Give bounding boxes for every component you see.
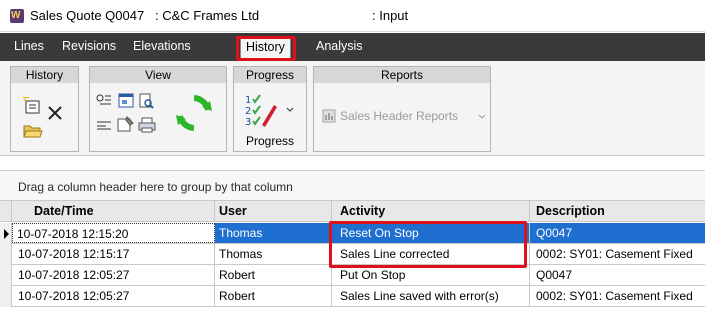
- refresh-icon[interactable]: [174, 93, 214, 133]
- progress-button-label[interactable]: Progress: [234, 134, 306, 148]
- row-indicator: [0, 265, 12, 286]
- tab-revisions[interactable]: Revisions: [62, 39, 116, 53]
- cell-datetime[interactable]: 10-07-2018 12:15:20: [12, 223, 215, 243]
- svg-text:1: 1: [245, 95, 251, 106]
- cell-datetime[interactable]: 10-07-2018 12:05:27: [12, 286, 215, 306]
- ribbon-group-history: History: [10, 66, 79, 152]
- cell-activity[interactable]: Reset On Stop: [332, 223, 530, 243]
- cell-user[interactable]: Thomas: [215, 244, 332, 264]
- cell-activity[interactable]: Put On Stop: [332, 265, 530, 285]
- window-mode: : Input: [372, 8, 409, 23]
- group-title-history: History: [11, 67, 78, 83]
- table-row[interactable]: 10-07-2018 12:05:27 Robert Put On Stop Q…: [0, 265, 705, 286]
- new-note-icon[interactable]: [23, 97, 43, 115]
- header-indicator: [0, 201, 12, 222]
- cell-activity[interactable]: Sales Line corrected: [332, 244, 530, 264]
- column-header-user[interactable]: User: [215, 201, 332, 222]
- ribbon-tab-bar: Lines Revisions Elevations History Analy…: [0, 33, 705, 61]
- ribbon-group-progress: Progress 1 2 3 Progress: [233, 66, 307, 152]
- list-view-icon[interactable]: [96, 119, 112, 131]
- sales-header-reports-button[interactable]: Sales Header Reports: [340, 109, 458, 123]
- ribbon-group-reports: Reports Sales Header Reports: [313, 66, 491, 152]
- history-grid: Date/Time User Activity Description 10-0…: [0, 200, 705, 313]
- report-icon: [322, 109, 336, 123]
- chevron-down-icon[interactable]: [286, 107, 294, 113]
- column-header-activity[interactable]: Activity: [332, 201, 530, 222]
- cell-user[interactable]: Thomas: [215, 223, 332, 243]
- tab-lines[interactable]: Lines: [14, 39, 44, 53]
- cell-datetime[interactable]: 10-07-2018 12:15:17: [12, 244, 215, 264]
- properties-icon[interactable]: [117, 116, 135, 132]
- current-row-arrow-icon: [4, 229, 9, 239]
- cell-description[interactable]: 0002: SY01: Casement Fixed: [530, 244, 705, 264]
- window-title: Sales Quote Q0047 : C&C Frames Ltd: [30, 8, 260, 23]
- title-bar: Sales Quote Q0047 : C&C Frames Ltd : Inp…: [0, 0, 705, 32]
- form-view-icon[interactable]: [118, 93, 134, 109]
- svg-text:3: 3: [245, 117, 251, 128]
- cell-description[interactable]: Q0047: [530, 265, 705, 285]
- row-indicator: [0, 244, 12, 265]
- tab-analysis[interactable]: Analysis: [316, 39, 363, 53]
- grid-header: Date/Time User Activity Description: [0, 200, 705, 222]
- preview-icon[interactable]: [138, 93, 154, 109]
- group-by-panel[interactable]: Drag a column header here to group by th…: [0, 170, 705, 200]
- table-row[interactable]: 10-07-2018 12:05:27 Robert Sales Line sa…: [0, 286, 705, 307]
- open-folder-icon[interactable]: [23, 123, 43, 139]
- print-icon[interactable]: [138, 117, 156, 133]
- row-indicator: [0, 223, 12, 244]
- table-row[interactable]: 10-07-2018 12:15:20 Thomas Reset On Stop…: [0, 223, 705, 244]
- table-row[interactable]: 10-07-2018 12:15:17 Thomas Sales Line co…: [0, 244, 705, 265]
- cell-user[interactable]: Robert: [215, 265, 332, 285]
- chevron-down-icon[interactable]: [478, 114, 486, 120]
- group-by-hint: Drag a column header here to group by th…: [18, 180, 293, 194]
- tab-elevations[interactable]: Elevations: [133, 39, 191, 53]
- details-view-icon[interactable]: [96, 93, 112, 109]
- ribbon-group-view: View: [89, 66, 227, 152]
- tab-history[interactable]: History: [240, 36, 291, 61]
- column-header-datetime[interactable]: Date/Time: [12, 201, 215, 222]
- cell-user[interactable]: Robert: [215, 286, 332, 306]
- svg-text:2: 2: [245, 106, 251, 117]
- ribbon-panel: History View Progress 1 2 3 Progress Rep…: [0, 61, 705, 156]
- cell-description[interactable]: Q0047: [530, 223, 705, 243]
- cell-datetime[interactable]: 10-07-2018 12:05:27: [12, 265, 215, 285]
- delete-x-icon[interactable]: [47, 105, 63, 121]
- cell-description[interactable]: 0002: SY01: Casement Fixed: [530, 286, 705, 306]
- column-header-description[interactable]: Description: [530, 201, 705, 222]
- cell-activity[interactable]: Sales Line saved with error(s): [332, 286, 530, 306]
- group-title-reports: Reports: [314, 67, 490, 83]
- group-title-view: View: [90, 67, 226, 83]
- app-logo-icon: [10, 9, 24, 23]
- progress-checklist-icon[interactable]: 1 2 3: [244, 91, 284, 131]
- row-indicator: [0, 286, 12, 307]
- group-title-progress: Progress: [234, 67, 306, 83]
